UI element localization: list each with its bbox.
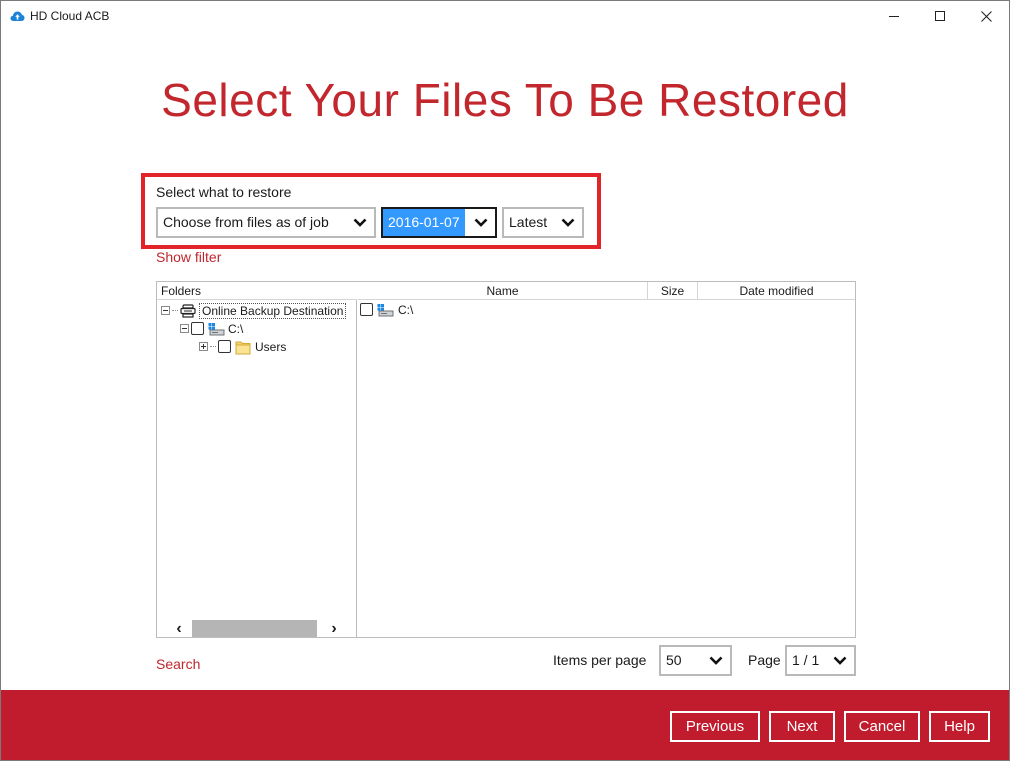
tree-checkbox-users[interactable] — [218, 340, 231, 353]
tree-connector — [172, 310, 178, 311]
restore-label: Select what to restore — [156, 184, 292, 200]
title-bar: HD Cloud ACB — [1, 1, 1009, 31]
scroll-right-icon[interactable]: › — [324, 620, 344, 637]
tree-connector — [210, 346, 216, 347]
close-icon — [980, 10, 992, 22]
restore-mode-value: Choose from files as of job — [163, 214, 329, 230]
backup-destination-icon — [180, 303, 196, 318]
column-header-size[interactable]: Size — [648, 282, 697, 300]
column-header-date-modified[interactable]: Date modified — [698, 282, 855, 300]
items-per-page-label: Items per page — [553, 652, 647, 668]
minimize-icon — [889, 16, 899, 17]
window-title: HD Cloud ACB — [30, 9, 110, 23]
file-row-drive-c[interactable]: C:\ — [360, 301, 413, 318]
file-checkbox-drive-c[interactable] — [360, 303, 373, 316]
page-title: Select Your Files To Be Restored — [161, 74, 849, 126]
tree-label-drive-c: C:\ — [228, 321, 244, 336]
folders-header: Folders — [157, 282, 357, 300]
tree-checkbox-drive-c[interactable] — [191, 322, 204, 335]
items-per-page-select[interactable]: 50 — [659, 645, 732, 676]
file-browser: Folders Online Backup Destination C:\ Us… — [156, 281, 856, 638]
page-select[interactable]: 1 / 1 — [785, 645, 856, 676]
show-filter-link[interactable]: Show filter — [156, 249, 221, 265]
cancel-button[interactable]: Cancel — [844, 711, 920, 742]
help-button[interactable]: Help — [929, 711, 990, 742]
collapse-icon[interactable] — [180, 324, 189, 333]
scrollbar-thumb[interactable] — [192, 620, 317, 637]
page-label: Page — [748, 652, 781, 668]
expand-icon[interactable] — [199, 342, 208, 351]
page-value: 1 / 1 — [792, 652, 820, 668]
folder-icon — [235, 341, 251, 354]
restore-date-select[interactable]: 2016-01-07 — [381, 207, 497, 238]
footer-bar: Previous Next Cancel Help — [1, 690, 1009, 760]
restore-version-value: Latest — [509, 214, 548, 230]
restore-date-value: 2016-01-07 — [383, 209, 465, 236]
folders-pane: Folders Online Backup Destination C:\ Us… — [157, 282, 357, 637]
column-header-name[interactable]: Name — [358, 282, 647, 300]
collapse-icon[interactable] — [161, 306, 170, 315]
file-name-drive-c: C:\ — [398, 302, 414, 317]
items-per-page-value: 50 — [666, 652, 682, 668]
chevron-down-icon — [709, 656, 723, 665]
tree-node-destination[interactable]: Online Backup Destination — [161, 302, 347, 319]
minimize-button[interactable] — [871, 1, 917, 31]
tree-node-drive-c[interactable]: C:\ — [180, 320, 243, 337]
drive-icon — [377, 303, 394, 316]
cloud-upload-icon — [10, 11, 25, 21]
tree-label-destination: Online Backup Destination — [199, 302, 347, 319]
maximize-button[interactable] — [917, 1, 963, 31]
chevron-down-icon — [833, 656, 847, 665]
restore-version-select[interactable]: Latest — [502, 207, 584, 238]
tree-label-users: Users — [255, 339, 287, 354]
next-button[interactable]: Next — [769, 711, 835, 742]
scroll-left-icon[interactable]: ‹ — [169, 620, 189, 637]
maximize-icon — [935, 11, 945, 21]
close-window-button[interactable] — [963, 1, 1009, 31]
chevron-down-icon — [474, 218, 488, 227]
chevron-down-icon — [561, 218, 575, 227]
chevron-down-icon — [353, 218, 367, 227]
previous-button[interactable]: Previous — [670, 711, 760, 742]
folders-horizontal-scrollbar[interactable]: ‹ › — [157, 620, 356, 637]
restore-mode-select[interactable]: Choose from files as of job — [156, 207, 376, 238]
search-link[interactable]: Search — [156, 656, 200, 672]
tree-node-users[interactable]: Users — [199, 338, 286, 355]
drive-icon — [208, 322, 225, 335]
